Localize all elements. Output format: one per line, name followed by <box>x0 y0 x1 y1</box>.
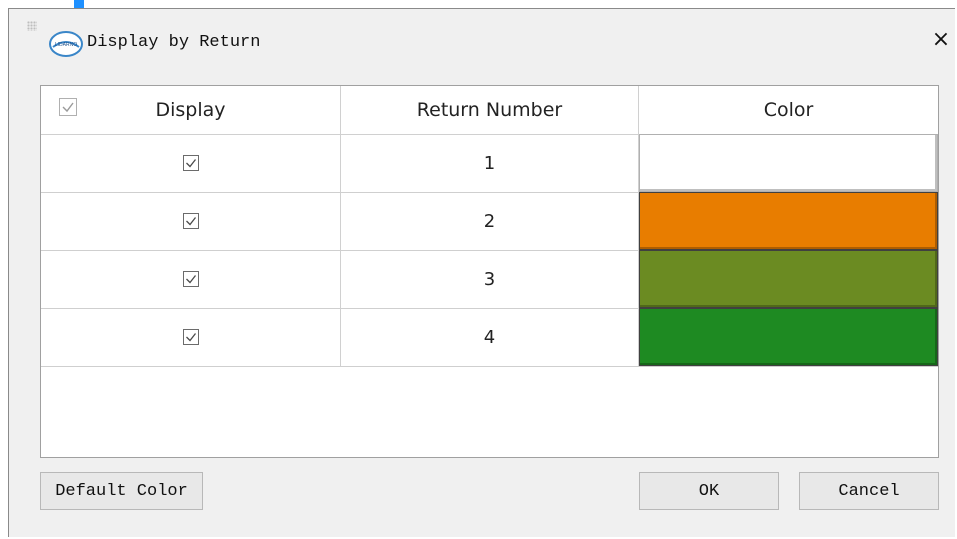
color-swatch[interactable] <box>639 250 938 308</box>
table-header: Display Return Number Color <box>41 86 938 135</box>
color-cell <box>639 250 938 308</box>
ok-button[interactable]: OK <box>639 472 779 510</box>
checkbox-checked-icon <box>185 333 196 342</box>
return-table: Display Return Number Color 1 2 3 4 <box>40 85 939 458</box>
color-cell <box>639 192 938 250</box>
display-cell <box>41 134 341 192</box>
grip-icon <box>27 21 37 31</box>
return-number-cell: 4 <box>341 308 639 366</box>
close-icon[interactable]: × <box>926 26 956 56</box>
table-row: 4 <box>41 308 938 367</box>
title-bar[interactable]: LIDARNO Display by Return × <box>9 9 955 71</box>
display-cell <box>41 250 341 308</box>
color-swatch[interactable] <box>639 192 938 250</box>
return-number-value: 2 <box>483 210 496 232</box>
return-number-cell: 1 <box>341 134 639 192</box>
display-cell <box>41 192 341 250</box>
checkbox-checked-icon <box>62 102 74 113</box>
table-row: 1 <box>41 134 938 193</box>
checkbox-checked-icon <box>185 159 196 168</box>
display-by-return-dialog: LIDARNO Display by Return × Display Retu… <box>8 8 955 537</box>
header-return-number-label: Return Number <box>416 99 563 121</box>
display-checkbox[interactable] <box>182 155 199 171</box>
header-display-label: Display <box>155 99 226 121</box>
checkbox-checked-icon <box>185 275 196 284</box>
display-checkbox[interactable] <box>182 213 199 229</box>
display-checkbox[interactable] <box>182 329 199 345</box>
table-row: 3 <box>41 250 938 309</box>
color-swatch[interactable] <box>639 134 938 192</box>
display-checkbox[interactable] <box>182 271 199 287</box>
color-cell <box>639 308 938 366</box>
header-return-number[interactable]: Return Number <box>341 86 639 134</box>
default-color-button[interactable]: Default Color <box>40 472 203 510</box>
header-color-label: Color <box>763 99 814 121</box>
return-number-cell: 2 <box>341 192 639 250</box>
cancel-button[interactable]: Cancel <box>799 472 939 510</box>
table-row: 2 <box>41 192 938 251</box>
return-number-value: 4 <box>483 326 496 348</box>
select-all-checkbox[interactable] <box>59 98 77 116</box>
header-display[interactable]: Display <box>41 86 341 134</box>
color-cell <box>639 134 938 192</box>
app-logo-icon: LIDARNO <box>47 29 85 59</box>
display-cell <box>41 308 341 366</box>
logo-text: LIDARNO <box>55 42 77 48</box>
return-number-value: 3 <box>483 268 496 290</box>
return-number-value: 1 <box>483 152 496 174</box>
color-swatch[interactable] <box>639 308 938 366</box>
checkbox-checked-icon <box>185 217 196 226</box>
dialog-title: Display by Return <box>87 33 261 52</box>
header-color[interactable]: Color <box>639 86 938 134</box>
return-number-cell: 3 <box>341 250 639 308</box>
